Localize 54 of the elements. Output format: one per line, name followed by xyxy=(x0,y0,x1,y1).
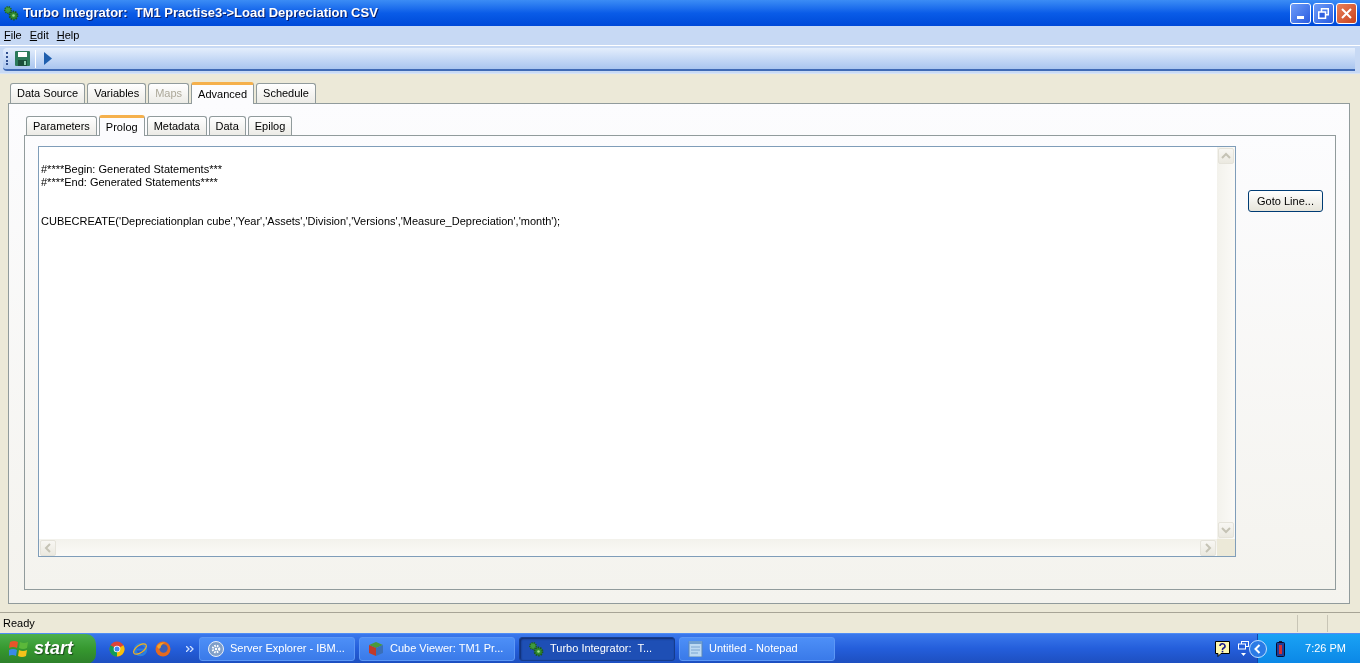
status-text: Ready xyxy=(2,615,35,631)
tab[interactable]: Prolog xyxy=(98,115,145,136)
app-icon xyxy=(3,5,19,21)
goto-line-button[interactable]: Goto Line... xyxy=(1248,190,1323,213)
tab[interactable]: Data Source xyxy=(10,83,86,103)
code-line: #****Begin: Generated Statements*** xyxy=(41,163,222,176)
chevron-left-icon xyxy=(43,542,53,553)
restore-button[interactable] xyxy=(1313,2,1334,24)
play-icon xyxy=(44,52,52,65)
cube-icon xyxy=(368,640,384,657)
menu-item[interactable]: File xyxy=(0,26,26,45)
tab[interactable]: Schedule xyxy=(256,83,316,103)
tab[interactable]: Epilog xyxy=(247,116,293,135)
taskbar-button[interactable]: Server Explorer - IBM... xyxy=(199,636,355,661)
window-icon[interactable] xyxy=(1238,640,1250,657)
chevron-up-icon xyxy=(1221,151,1231,161)
gears-icon xyxy=(528,640,544,657)
chevron-left-icon xyxy=(1249,639,1268,658)
scrollbar-corner xyxy=(1217,539,1235,556)
minimize-button[interactable] xyxy=(1290,2,1311,24)
taskbar-button[interactable]: Cube Viewer: TM1 Pr... xyxy=(359,636,515,661)
start-button[interactable]: start xyxy=(0,633,96,663)
chevron-right-icon xyxy=(1203,542,1213,553)
minimize-icon xyxy=(1297,15,1304,19)
battery-icon[interactable] xyxy=(1276,640,1286,657)
restore-icon xyxy=(1318,7,1329,19)
help-icon[interactable] xyxy=(1215,640,1231,657)
menu-item[interactable]: Edit xyxy=(25,26,53,45)
chevron-down-icon xyxy=(1221,525,1231,535)
chevron-icon[interactable] xyxy=(186,645,194,652)
grip-icon[interactable] xyxy=(6,52,9,65)
browser-icon[interactable] xyxy=(109,640,125,657)
taskbar-button[interactable]: Untitled - Notepad xyxy=(679,636,835,661)
taskbar-button[interactable]: Turbo Integrator: T... xyxy=(519,636,675,661)
show-hidden-icons-button[interactable] xyxy=(1249,639,1268,658)
code-editor[interactable]: #****Begin: Generated Statements*** #****End: Generated Statements**** CUBECREATE('Depreciationplan cube','Year','Assets','Division','Versions','Measure_Depreciation','month'); xyxy=(38,146,1236,557)
clock-text: 7:26 PM xyxy=(1305,641,1346,657)
save-button[interactable] xyxy=(13,49,31,68)
code-line: #****End: Generated Statements**** xyxy=(41,176,218,189)
close-button[interactable] xyxy=(1336,2,1357,24)
menu-item[interactable]: Help xyxy=(52,26,84,45)
tab[interactable]: Metadata xyxy=(146,116,207,135)
tab[interactable]: Parameters xyxy=(26,116,97,135)
code-line: CUBECREATE('Depreciationplan cube','Year','Assets','Division','Versions','Measure_Depreciation','month'); xyxy=(41,215,561,228)
tab[interactable]: Variables xyxy=(87,83,147,103)
tab[interactable]: Data xyxy=(208,116,246,135)
notepad-icon xyxy=(688,640,703,657)
window-title: Turbo Integrator: TM1 Practise3->Load Depreciation CSV xyxy=(23,4,378,23)
browser-icon[interactable] xyxy=(132,640,148,657)
gear-icon xyxy=(208,640,224,657)
flag-logo-icon xyxy=(9,639,29,658)
tab[interactable]: Advanced xyxy=(191,82,255,104)
browser-icon[interactable] xyxy=(155,640,171,657)
close-icon xyxy=(1341,7,1352,19)
